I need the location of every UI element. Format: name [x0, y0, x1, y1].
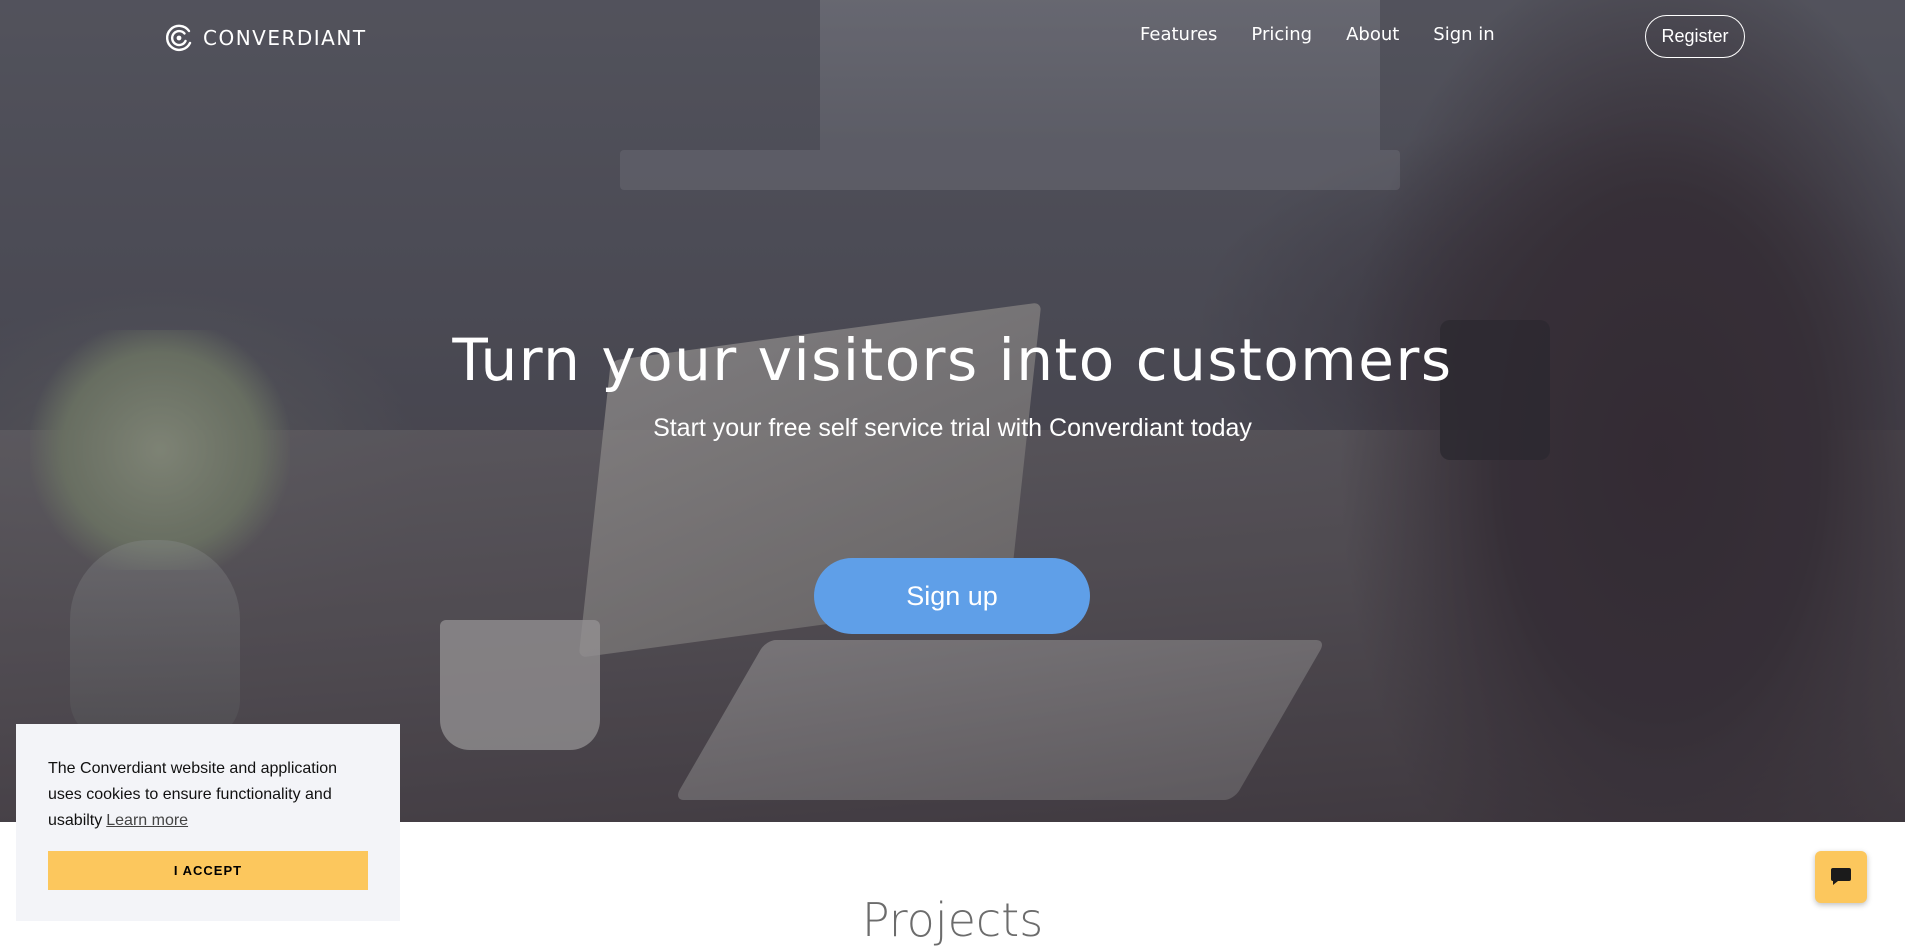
- cookie-message: The Converdiant website and application …: [48, 760, 338, 829]
- spiral-c-logo-icon: [163, 22, 195, 54]
- cookie-learn-more-link[interactable]: Learn more: [106, 812, 188, 829]
- main-nav: Features Pricing About Sign in: [1140, 24, 1495, 45]
- hero-subheadline: Start your free self service trial with …: [653, 414, 1252, 442]
- nav-link-pricing[interactable]: Pricing: [1251, 24, 1312, 45]
- chat-launcher-button[interactable]: [1815, 851, 1867, 903]
- cookie-accept-button[interactable]: I ACCEPT: [48, 851, 368, 890]
- brand-logo[interactable]: CONVERDIANT: [163, 22, 367, 54]
- hero-section: CONVERDIANT Features Pricing About Sign …: [0, 0, 1905, 822]
- hero-headline: Turn your visitors into customers: [452, 326, 1453, 394]
- hero-overlay: [0, 0, 1905, 822]
- cookie-message-block: The Converdiant website and application …: [48, 756, 368, 834]
- signup-button[interactable]: Sign up: [814, 558, 1090, 634]
- cookie-banner: The Converdiant website and application …: [16, 724, 400, 921]
- nav-link-about[interactable]: About: [1346, 24, 1399, 45]
- nav-link-sign-in[interactable]: Sign in: [1433, 24, 1494, 45]
- register-button[interactable]: Register: [1645, 15, 1745, 58]
- nav-link-features[interactable]: Features: [1140, 24, 1217, 45]
- brand-name: CONVERDIANT: [203, 26, 367, 50]
- chat-bubble-icon: [1830, 866, 1852, 889]
